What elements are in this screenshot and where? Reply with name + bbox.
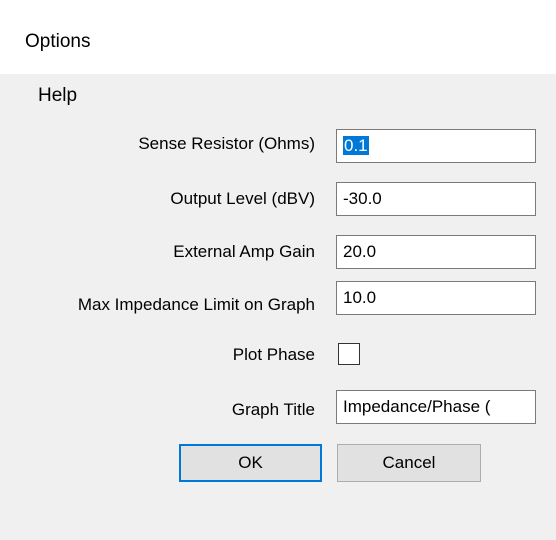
sense-resistor-label: Sense Resistor (Ohms) — [138, 134, 315, 153]
output-level-field[interactable] — [336, 182, 536, 216]
graph-title-field[interactable] — [336, 390, 536, 424]
title-bar[interactable]: Options — [0, 0, 556, 74]
plot-phase-checkbox[interactable] — [338, 343, 360, 365]
max-impedance-field[interactable] — [336, 281, 536, 315]
ok-button[interactable]: OK — [179, 444, 322, 482]
cancel-button[interactable]: Cancel — [337, 444, 481, 482]
output-level-label: Output Level (dBV) — [170, 189, 315, 208]
max-impedance-label: Max Impedance Limit on Graph — [77, 295, 315, 314]
graph-title-label: Graph Title — [231, 400, 315, 419]
plot-phase-label: Plot Phase — [232, 345, 315, 364]
menu-bar: Help — [0, 74, 556, 118]
dialog-body: Sense Resistor (Ohms) 0.1 Output Level (… — [0, 118, 556, 540]
options-dialog: Options Help Sense Resistor (Ohms) 0.1 O… — [0, 0, 556, 540]
sense-resistor-value: 0.1 — [343, 136, 369, 155]
external-amp-gain-field[interactable] — [336, 235, 536, 269]
external-amp-gain-label: External Amp Gain — [173, 242, 315, 261]
menu-item-help[interactable]: Help — [27, 78, 88, 114]
sense-resistor-field[interactable]: 0.1 — [336, 129, 536, 163]
window-title: Options — [25, 31, 91, 52]
